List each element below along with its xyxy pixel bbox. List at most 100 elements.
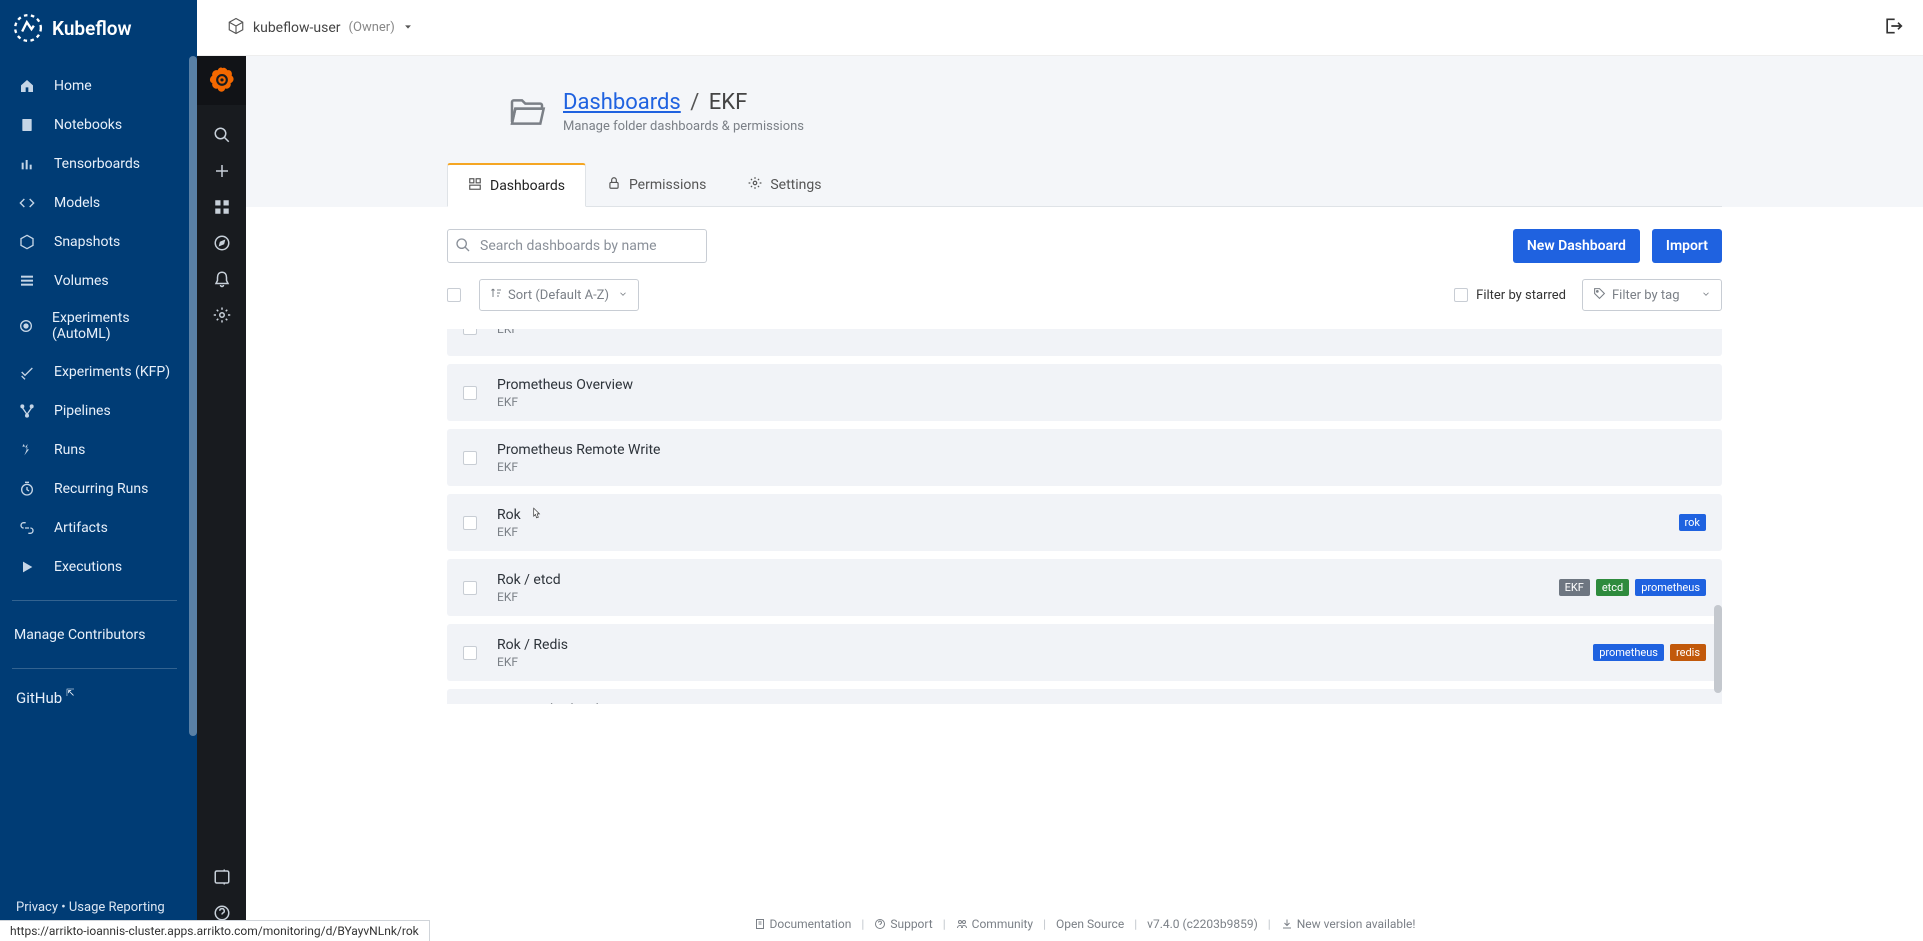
sidebar-item-label: Snapshots	[54, 234, 120, 250]
list-item[interactable]: USE Method / ClusterEKF	[447, 689, 1722, 704]
tag[interactable]: EKF	[1559, 579, 1590, 596]
right-area: kubeflow-user (Owner)	[197, 0, 1923, 941]
footer-community-link[interactable]: Community	[956, 917, 1033, 931]
dashboard-tags: prometheus redis	[1593, 644, 1706, 661]
sidebar-item-recurring-runs[interactable]: Recurring Runs	[0, 469, 189, 508]
grafana-create-button[interactable]	[197, 153, 246, 189]
filter-tag-select[interactable]: Filter by tag	[1582, 279, 1722, 311]
sidebar-item-label: Executions	[54, 559, 122, 575]
sidebar-item-experiments-automl[interactable]: Experiments (AutoML)	[0, 300, 189, 352]
list-item[interactable]: Rok / etcdEKF EKFetcdprometheus	[447, 559, 1722, 616]
sidebar-item-snapshots[interactable]: Snapshots	[0, 222, 189, 261]
dashboard-tags: rok	[1679, 514, 1706, 531]
sidebar-item-models[interactable]: Models	[0, 183, 189, 222]
breadcrumb-dashboards-link[interactable]: Dashboards	[563, 90, 681, 115]
dashboard-name[interactable]: Rok / etcd	[497, 572, 1559, 588]
page-header: Dashboards / EKF Manage folder dashboard…	[507, 90, 1722, 136]
row-checkbox[interactable]	[463, 386, 477, 400]
row-checkbox[interactable]	[463, 646, 477, 660]
grafana-explore-button[interactable]	[197, 225, 246, 261]
select-all-checkbox[interactable]	[447, 288, 461, 302]
topbar: kubeflow-user (Owner)	[197, 0, 1923, 56]
footer-documentation-link[interactable]: Documentation	[754, 917, 852, 931]
sidebar-item-tensorboards[interactable]: Tensorboards	[0, 144, 189, 183]
footer-support-link[interactable]: Support	[874, 917, 932, 931]
tag[interactable]: redis	[1670, 644, 1706, 661]
grafana-alerting-button[interactable]	[197, 261, 246, 297]
search-input[interactable]	[447, 229, 707, 263]
sidebar-item-manage-contributors[interactable]: Manage Contributors	[0, 615, 189, 654]
sidebar-item-label: GitHub	[16, 689, 62, 707]
tag[interactable]: rok	[1679, 514, 1706, 531]
sidebar-item-github[interactable]: GitHub⇱	[0, 683, 189, 715]
toolbar-primary: New Dashboard Import	[447, 229, 1722, 263]
chevron-down-icon	[618, 288, 628, 303]
sidebar-item-label: Experiments (AutoML)	[52, 310, 171, 342]
grafana-config-button[interactable]	[197, 297, 246, 333]
list-item[interactable]: EKF	[447, 329, 1722, 356]
logout-button[interactable]	[1883, 16, 1903, 40]
sidebar-item-runs[interactable]: Runs	[0, 430, 189, 469]
namespace-picker[interactable]: kubeflow-user (Owner)	[227, 17, 413, 39]
new-dashboard-button[interactable]: New Dashboard	[1513, 229, 1640, 263]
grafana-search-button[interactable]	[197, 117, 246, 153]
row-checkbox[interactable]	[463, 581, 477, 595]
tab-settings[interactable]: Settings	[727, 162, 842, 206]
footer-new-version-link[interactable]: New version available!	[1281, 917, 1416, 931]
kubeflow-logo[interactable]: Kubeflow	[0, 0, 197, 56]
list-item[interactable]: Prometheus Overview EKF	[447, 364, 1722, 421]
kubeflow-sidebar: Kubeflow Home Notebooks Tensorboards Mod…	[0, 0, 197, 941]
dashboard-list-wrap: EKF Prometheus Overview EKF Prometheus Re…	[447, 329, 1722, 887]
sidebar-item-executions[interactable]: Executions	[0, 547, 189, 586]
sidebar-item-experiments-kfp[interactable]: Experiments (KFP)	[0, 352, 189, 391]
dashboard-folder: EKF	[497, 395, 1706, 409]
row-checkbox[interactable]	[463, 516, 477, 530]
usage-reporting-link[interactable]: Usage Reporting	[69, 900, 165, 915]
gear-icon	[748, 176, 762, 194]
sort-select[interactable]: Sort (Default A-Z)	[479, 279, 639, 311]
tab-label: Permissions	[629, 177, 706, 193]
tab-dashboards[interactable]: Dashboards	[447, 163, 586, 207]
dashboard-name[interactable]: Rok / Redis	[497, 637, 1593, 653]
sidebar-item-label: Pipelines	[54, 403, 111, 419]
tag[interactable]: prometheus	[1593, 644, 1664, 661]
list-item[interactable]: Rok EKF rok	[447, 494, 1722, 551]
dashboard-name[interactable]: Prometheus Remote Write	[497, 442, 1706, 458]
grafana-dashboards-button[interactable]	[197, 189, 246, 225]
sidebar-item-volumes[interactable]: Volumes	[0, 261, 189, 300]
dashboard-name[interactable]: Rok	[497, 507, 1679, 523]
tag[interactable]: prometheus	[1635, 579, 1706, 596]
sort-icon	[490, 287, 502, 303]
dashboard-list[interactable]: EKF Prometheus Overview EKF Prometheus Re…	[447, 329, 1722, 704]
clock-icon	[18, 481, 36, 497]
tag[interactable]: etcd	[1596, 579, 1629, 596]
breadcrumb: Dashboards / EKF	[563, 90, 804, 115]
row-checkbox[interactable]	[463, 329, 477, 335]
row-checkbox[interactable]	[463, 451, 477, 465]
list-scrollbar-thumb[interactable]	[1714, 605, 1722, 693]
footer-open-source[interactable]: Open Source	[1056, 917, 1124, 931]
grafana-logo[interactable]	[197, 56, 246, 105]
tab-content: New Dashboard Import Sort (Default A-Z)	[246, 207, 1923, 941]
statusbar-url: https://arrikto-ioannis-cluster.apps.arr…	[0, 920, 430, 941]
lock-icon	[607, 176, 621, 194]
dashboard-name[interactable]: Prometheus Overview	[497, 377, 1706, 393]
filter-starred-checkbox[interactable]: Filter by starred	[1454, 288, 1566, 303]
dashboard-name[interactable]: USE Method / Cluster	[497, 702, 1706, 705]
sidebar-item-artifacts[interactable]: Artifacts	[0, 508, 189, 547]
tab-permissions[interactable]: Permissions	[586, 162, 727, 206]
link-icon	[18, 520, 36, 536]
page-subtitle: Manage folder dashboards & permissions	[563, 119, 804, 134]
sidebar-item-pipelines[interactable]: Pipelines	[0, 391, 189, 430]
import-button[interactable]: Import	[1652, 229, 1722, 263]
privacy-link[interactable]: Privacy	[16, 900, 58, 915]
sidebar-item-home[interactable]: Home	[0, 66, 189, 105]
list-item[interactable]: Rok / RedisEKF prometheusredis	[447, 624, 1722, 681]
sidebar-scrollbar[interactable]	[189, 56, 197, 936]
grafana-footer: Documentation | Support | Community | Op…	[246, 905, 1923, 941]
sidebar-item-notebooks[interactable]: Notebooks	[0, 105, 189, 144]
home-icon	[18, 78, 36, 94]
list-item[interactable]: Prometheus Remote WriteEKF	[447, 429, 1722, 486]
grafana-profile-button[interactable]	[197, 859, 246, 895]
dashboard-folder: EKF	[497, 525, 1679, 539]
